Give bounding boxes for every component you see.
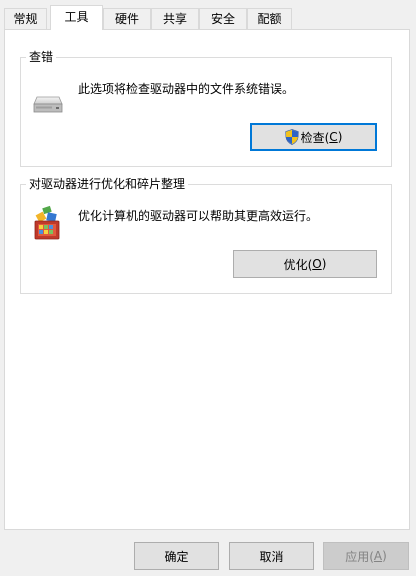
drive-icon (31, 96, 63, 117)
tab-label: 硬件 (114, 12, 139, 26)
error-check-description: 此选项将检查驱动器中的文件系统错误。 (78, 82, 295, 96)
optimize-group: 对驱动器进行优化和碎片整理 优化计算机的驱动器可以帮助其更高效运行。 优化(O) (20, 176, 392, 294)
apply-button[interactable]: 应用(A) (323, 542, 409, 570)
optimize-button[interactable]: 优化(O) (233, 250, 377, 278)
tab-security[interactable]: 安全 (199, 8, 247, 29)
tools-panel: 查错 此选项将检查驱动器中的文件系统错误。 检查(C) 对驱动器进行优化和碎… (4, 29, 410, 530)
check-button-mnemonic: C (329, 130, 338, 144)
error-check-group: 查错 此选项将检查驱动器中的文件系统错误。 检查(C) (20, 49, 392, 167)
optimize-title: 对驱动器进行优化和碎片整理 (26, 176, 189, 192)
tab-label: 配额 (257, 12, 282, 26)
check-button-suffix: ) (337, 130, 343, 144)
apply-button-label: 应用( (345, 549, 374, 564)
tab-label: 共享 (162, 12, 187, 26)
ok-button[interactable]: 确定 (134, 542, 219, 570)
error-check-title: 查错 (26, 49, 57, 65)
check-button[interactable]: 检查(C) (250, 123, 377, 151)
tab-hardware[interactable]: 硬件 (103, 8, 151, 29)
check-button-label: 检查( (300, 130, 330, 145)
tab-tools[interactable]: 工具 (50, 5, 103, 30)
optimize-button-label: 优化( (283, 257, 313, 272)
apply-button-mnemonic: A (373, 549, 383, 563)
optimize-description: 优化计算机的驱动器可以帮助其更高效运行。 (78, 209, 319, 223)
tab-strip: 常规 工具 硬件 共享 安全 配额 (4, 5, 414, 30)
optimize-button-mnemonic: O (312, 257, 322, 271)
cancel-button[interactable]: 取消 (229, 542, 314, 570)
tab-label: 工具 (64, 10, 89, 24)
tab-sharing[interactable]: 共享 (151, 8, 199, 29)
optimize-button-suffix: ) (321, 257, 327, 271)
tab-label: 常规 (13, 12, 38, 26)
ok-button-label: 确定 (164, 549, 189, 564)
uac-shield-icon (284, 129, 299, 145)
tab-general[interactable]: 常规 (4, 8, 47, 29)
apply-button-suffix: ) (382, 549, 387, 563)
defrag-icon (33, 205, 61, 244)
cancel-button-label: 取消 (259, 549, 284, 564)
tab-quota[interactable]: 配额 (247, 8, 292, 29)
tab-label: 安全 (210, 12, 235, 26)
